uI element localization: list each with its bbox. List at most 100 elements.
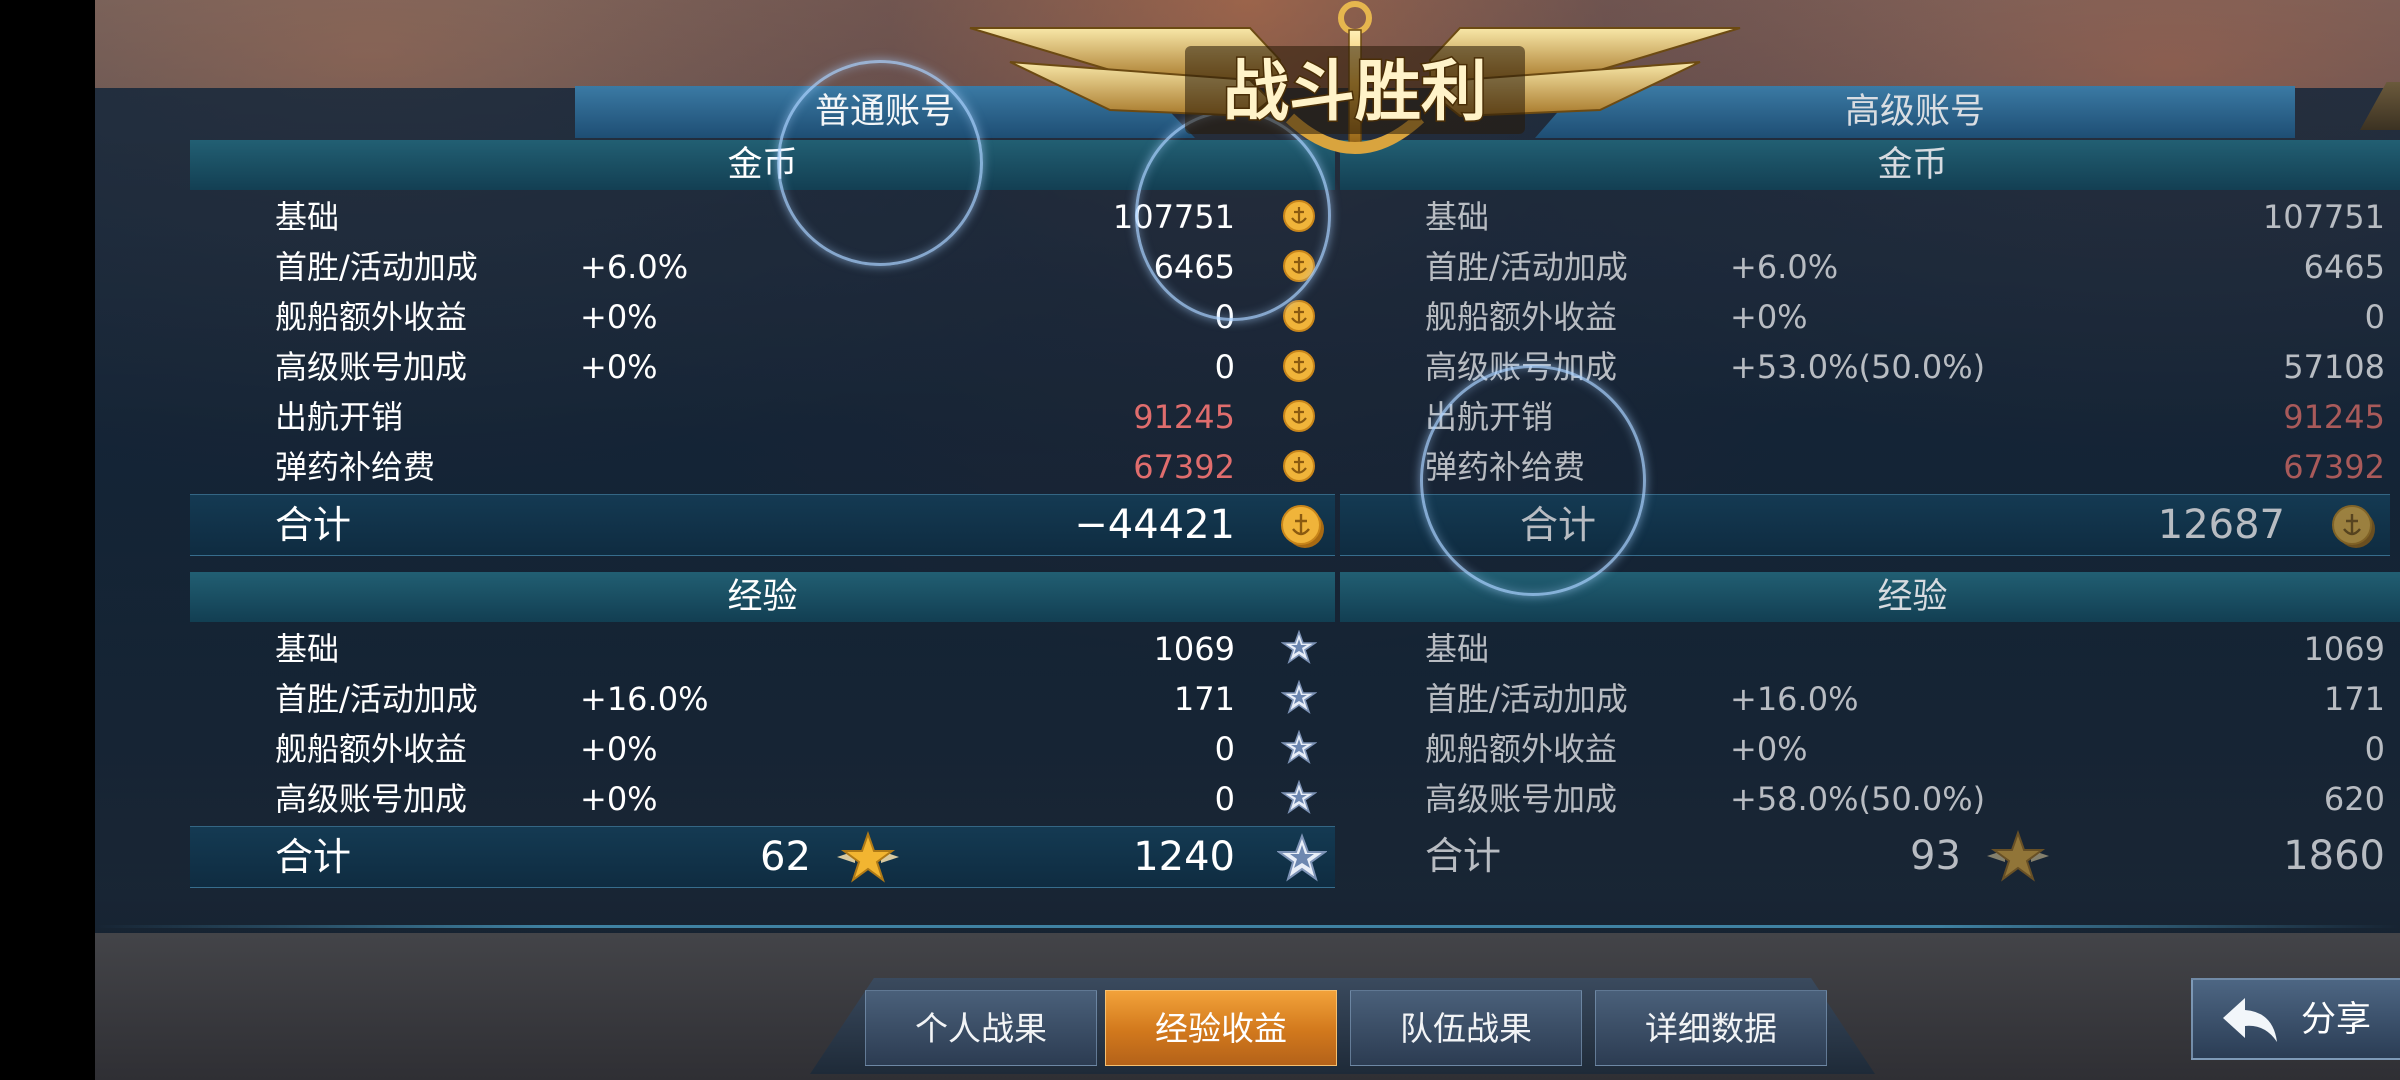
coin-icon [1283,450,1315,482]
tab-team-results[interactable]: 队伍战果 [1350,990,1582,1066]
exp-row: 高级账号加成 +58.0%(50.0%) 620 [1340,774,2400,824]
row-label: 高级账号加成 [275,780,468,818]
tab-label: 详细数据 [1645,1009,1777,1048]
row-value: 1069 [1153,630,1235,668]
row-percent: +16.0% [580,680,709,718]
row-value: 0 [2364,298,2385,336]
row-value: 0 [1214,780,1235,818]
exp-row: 舰船额外收益 +0% 0 [190,724,1335,774]
row-label: 高级账号加成 [275,348,468,386]
total-label: 合计 [275,835,352,879]
result-tab-bar: 个人战果 经验收益 队伍战果 详细数据 [810,978,1875,1074]
share-button[interactable]: 分享 [2191,978,2400,1060]
row-label: 基础 [275,198,340,236]
exp-row: 基础 1069 [1340,624,2400,674]
row-value: 171 [2323,680,2385,718]
exp-row: 首胜/活动加成 +16.0% 171 [1340,674,2400,724]
panel-divider [95,925,2400,928]
exp-row: 高级账号加成 +0% 0 [190,774,1335,824]
total-value: 1860 [2283,833,2385,879]
share-label: 分享 [2301,1000,2372,1040]
row-label: 弹药补给费 [275,448,436,486]
row-label: 舰船额外收益 [1425,298,1618,336]
row-value: 620 [2323,780,2385,818]
exp-star-icon [1281,780,1317,815]
row-label: 舰船额外收益 [275,730,468,768]
total-label: 合计 [1425,834,1502,878]
row-label: 首胜/活动加成 [1425,248,1628,286]
row-value: 91245 [1133,398,1235,436]
coin-row: 首胜/活动加成 +6.0% 6465 [1340,242,2400,292]
row-value: 67392 [1133,448,1235,486]
row-percent: +6.0% [1730,248,1839,286]
row-label: 基础 [275,630,340,668]
exp-star-icon [1281,730,1317,765]
row-value: 67392 [2283,448,2385,486]
victory-emblem: 战斗胜利 [969,1,1741,154]
row-percent: +0% [580,348,658,386]
exp-star-icon [1281,680,1317,715]
row-value: 1069 [2303,630,2385,668]
row-label: 舰船额外收益 [275,298,468,336]
tab-personal-results[interactable]: 个人战果 [865,990,1097,1066]
row-value: 0 [2364,730,2385,768]
tab-label: 个人战果 [915,1009,1047,1048]
exp-row: 舰船额外收益 +0% 0 [1340,724,2400,774]
row-value: 6465 [2303,248,2385,286]
coin-row: 舰船额外收益 +0% 0 [1340,292,2400,342]
coin-icon [2332,505,2375,548]
exp-row: 基础 1069 [190,624,1335,674]
coin-row: 弹药补给费 67392 [190,442,1335,492]
row-label: 首胜/活动加成 [1425,680,1628,718]
row-percent: +53.0%(50.0%) [1730,348,1986,386]
battle-result-screen: 普通账号 高级账号 ✕ 金币 基础107751 首胜/活动加成+6.0%6465… [95,0,2400,1080]
row-value: 0 [1214,348,1235,386]
exp-star-icon [1281,630,1317,665]
row-label: 出航开销 [275,398,404,436]
coin-row: 高级账号加成 +0% 0 [190,342,1335,392]
tab-label: 经验收益 [1155,1009,1287,1048]
row-value: 0 [1214,730,1235,768]
victory-title: 战斗胜利 [1223,53,1487,130]
captain-star-icon [837,831,899,883]
premium-exp-total: 合计 93 1860 [1340,826,2400,886]
row-percent: +0% [1730,730,1808,768]
row-percent: +0% [580,298,658,336]
exp-star-icon [1277,833,1327,882]
coin-icon [1283,400,1315,432]
exp-row: 首胜/活动加成 +16.0% 171 [190,674,1335,724]
total-label: 合计 [275,503,352,547]
row-label: 高级账号加成 [1425,780,1618,818]
tab-exp-earnings[interactable]: 经验收益 [1105,990,1337,1066]
share-arrow-icon [2223,998,2277,1042]
normal-coins-total: 合计 −44421 [190,494,1335,556]
row-percent: +0% [1730,298,1808,336]
coin-row: 出航开销 91245 [190,392,1335,442]
row-value: 91245 [2283,398,2385,436]
total-value: −44421 [1074,502,1235,548]
row-label: 基础 [1425,630,1490,668]
tab-detailed-data[interactable]: 详细数据 [1595,990,1827,1066]
row-value: 57108 [2283,348,2385,386]
row-percent: +58.0%(50.0%) [1730,780,1986,818]
row-percent: +16.0% [1730,680,1859,718]
captain-exp-value: 62 [760,834,811,880]
row-percent: +6.0% [580,248,689,286]
total-value: 1240 [1133,834,1235,880]
coin-row: 舰船额外收益 +0% 0 [190,292,1335,342]
normal-exp-header: 经验 [190,572,1335,622]
coin-row: 基础 107751 [1340,192,2400,242]
coin-icon [1281,505,1324,548]
captain-star-icon [1987,830,2049,882]
normal-exp-total: 合计 62 1240 [190,826,1335,888]
coin-icon [1283,350,1315,382]
glow-ring-effect [1420,365,1646,596]
row-value: 171 [1173,680,1235,718]
captain-exp-value: 93 [1910,833,1961,879]
row-value: 107751 [2262,198,2385,236]
row-percent: +0% [580,730,658,768]
total-value: 12687 [2157,502,2285,548]
row-percent: +0% [580,780,658,818]
row-label: 首胜/活动加成 [275,248,478,286]
row-label: 基础 [1425,198,1490,236]
